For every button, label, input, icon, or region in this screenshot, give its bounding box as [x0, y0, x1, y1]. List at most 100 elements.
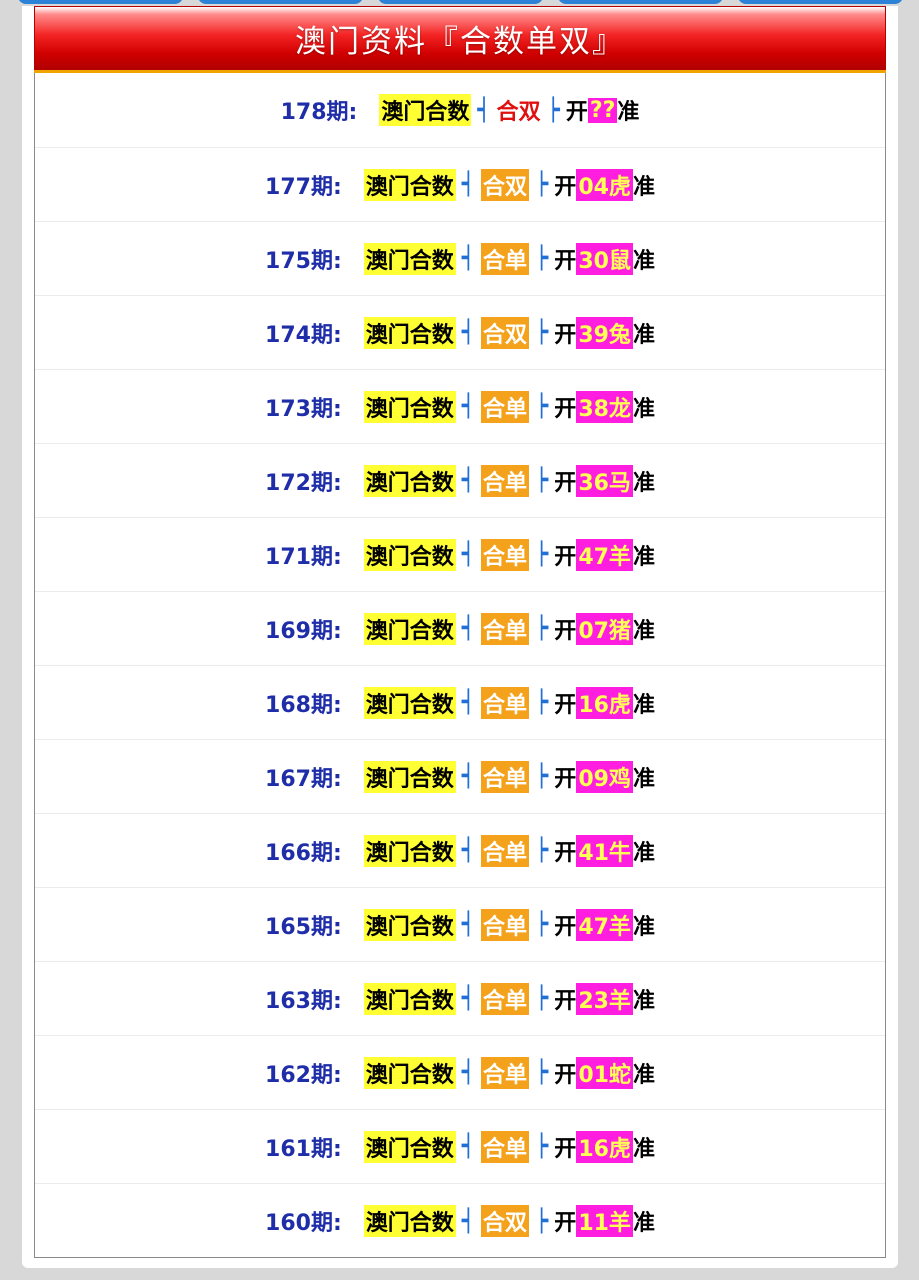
- table-row: 166期: 澳门合数 ┥ 合单 ┝ 开 41牛 准: [35, 814, 885, 888]
- source-label: 澳门合数: [363, 390, 456, 423]
- page-title: 澳门资料『合数单双』: [295, 23, 625, 60]
- result-badge: 合单: [481, 834, 530, 867]
- nav-tab[interactable]: [198, 0, 363, 4]
- period-label: 168期:: [265, 692, 342, 718]
- bracket-close: ┝: [535, 912, 549, 937]
- bracket-close: ┝: [535, 690, 549, 715]
- bracket-open: ┥: [461, 616, 476, 641]
- bracket-close: ┝: [535, 838, 549, 863]
- bracket-close: ┝: [535, 616, 549, 641]
- result-badge: 合单: [481, 242, 530, 275]
- bracket-open: ┥: [461, 246, 476, 271]
- number-badge: 47羊: [576, 908, 633, 941]
- result-badge: 合双: [481, 1205, 530, 1237]
- bracket-close: ┝: [535, 246, 549, 271]
- bracket-open: ┥: [477, 97, 491, 123]
- table-row: 172期: 澳门合数 ┥ 合单 ┝ 开 36马 准: [35, 444, 885, 518]
- result-badge: 合单: [481, 760, 530, 793]
- accurate-label: 准: [632, 1062, 655, 1088]
- section-header: 澳门资料『合数单双』: [34, 6, 886, 70]
- period-label: 169期:: [265, 618, 342, 644]
- number-badge: 11羊: [576, 1205, 633, 1237]
- period-label: 166期:: [265, 840, 342, 866]
- accurate-label: 准: [632, 766, 655, 792]
- bracket-open: ┥: [461, 394, 476, 419]
- period-label: 177期:: [265, 174, 342, 200]
- open-label: 开: [554, 470, 577, 496]
- period-label: 171期:: [265, 544, 342, 570]
- accurate-label: 准: [632, 1211, 655, 1236]
- bracket-open: ┥: [461, 838, 476, 863]
- record-list: 178期: 澳门合数 ┥ 合双 ┝ 开 ?? 准 177期: 澳门合数 ┥ 合双…: [34, 73, 886, 1258]
- open-label: 开: [554, 396, 577, 422]
- number-badge: ??: [587, 97, 618, 123]
- table-row: 177期: 澳门合数 ┥ 合双 ┝ 开 04虎 准: [35, 148, 885, 222]
- period-label: 178期:: [280, 100, 358, 125]
- bracket-open: ┥: [461, 1060, 476, 1085]
- nav-tab[interactable]: [558, 0, 723, 4]
- source-label: 澳门合数: [363, 982, 456, 1015]
- period-label: 161期:: [265, 1136, 342, 1162]
- open-label: 开: [554, 766, 577, 792]
- source-label: 澳门合数: [363, 316, 456, 349]
- accurate-label: 准: [632, 396, 655, 422]
- accurate-label: 准: [632, 248, 655, 274]
- table-row: 162期: 澳门合数 ┥ 合单 ┝ 开 01蛇 准: [35, 1036, 885, 1110]
- table-row: 169期: 澳门合数 ┥ 合单 ┝ 开 07猪 准: [35, 592, 885, 666]
- accurate-label: 准: [632, 692, 655, 718]
- open-label: 开: [565, 100, 588, 125]
- table-row: 178期: 澳门合数 ┥ 合双 ┝ 开 ?? 准: [35, 73, 885, 148]
- bracket-close: ┝: [535, 542, 549, 567]
- table-row: 163期: 澳门合数 ┥ 合单 ┝ 开 23羊 准: [35, 962, 885, 1036]
- accurate-label: 准: [632, 988, 655, 1014]
- table-row: 171期: 澳门合数 ┥ 合单 ┝ 开 47羊 准: [35, 518, 885, 592]
- content-panel: 澳门资料『合数单双』 178期: 澳门合数 ┥ 合双 ┝ 开 ?? 准 177期…: [22, 6, 898, 1268]
- period-label: 162期:: [265, 1062, 342, 1088]
- result-badge: 合单: [481, 908, 530, 941]
- result-badge: 合单: [481, 612, 530, 645]
- period-label: 165期:: [265, 914, 342, 940]
- bracket-close: ┝: [535, 1134, 549, 1159]
- source-label: 澳门合数: [363, 1205, 456, 1237]
- open-label: 开: [554, 840, 577, 866]
- number-badge: 07猪: [576, 612, 633, 645]
- table-row: 165期: 澳门合数 ┥ 合单 ┝ 开 47羊 准: [35, 888, 885, 962]
- source-label: 澳门合数: [363, 242, 456, 275]
- source-label: 澳门合数: [363, 760, 456, 793]
- source-label: 澳门合数: [363, 1056, 456, 1089]
- bracket-open: ┥: [461, 172, 476, 197]
- period-label: 167期:: [265, 766, 342, 792]
- number-badge: 23羊: [576, 982, 633, 1015]
- result-badge: 合双: [481, 168, 530, 201]
- number-badge: 30鼠: [576, 242, 633, 275]
- period-label: 160期:: [265, 1211, 342, 1236]
- source-label: 澳门合数: [363, 464, 456, 497]
- table-row: 161期: 澳门合数 ┥ 合单 ┝ 开 16虎 准: [35, 1110, 885, 1184]
- source-label: 澳门合数: [363, 538, 456, 571]
- nav-tab[interactable]: [738, 0, 903, 4]
- bracket-close: ┝: [535, 468, 549, 493]
- result-badge: 合双: [481, 316, 530, 349]
- nav-tab[interactable]: [378, 0, 543, 4]
- period-label: 175期:: [265, 248, 342, 274]
- bracket-close: ┝: [535, 1060, 549, 1085]
- open-label: 开: [554, 692, 577, 718]
- accurate-label: 准: [617, 100, 640, 125]
- source-label: 澳门合数: [363, 834, 456, 867]
- bracket-open: ┥: [461, 986, 476, 1011]
- accurate-label: 准: [632, 322, 655, 348]
- bracket-open: ┥: [461, 468, 476, 493]
- number-badge: 38龙: [576, 390, 633, 423]
- period-label: 174期:: [265, 322, 342, 348]
- open-label: 开: [554, 1062, 577, 1088]
- accurate-label: 准: [632, 470, 655, 496]
- number-badge: 41牛: [576, 834, 633, 867]
- open-label: 开: [554, 174, 577, 200]
- nav-tab[interactable]: [18, 0, 183, 4]
- bracket-open: ┥: [461, 690, 476, 715]
- open-label: 开: [554, 248, 577, 274]
- number-badge: 16虎: [576, 686, 633, 719]
- table-row: 167期: 澳门合数 ┥ 合单 ┝ 开 09鸡 准: [35, 740, 885, 814]
- bracket-open: ┥: [461, 764, 476, 789]
- open-label: 开: [554, 322, 577, 348]
